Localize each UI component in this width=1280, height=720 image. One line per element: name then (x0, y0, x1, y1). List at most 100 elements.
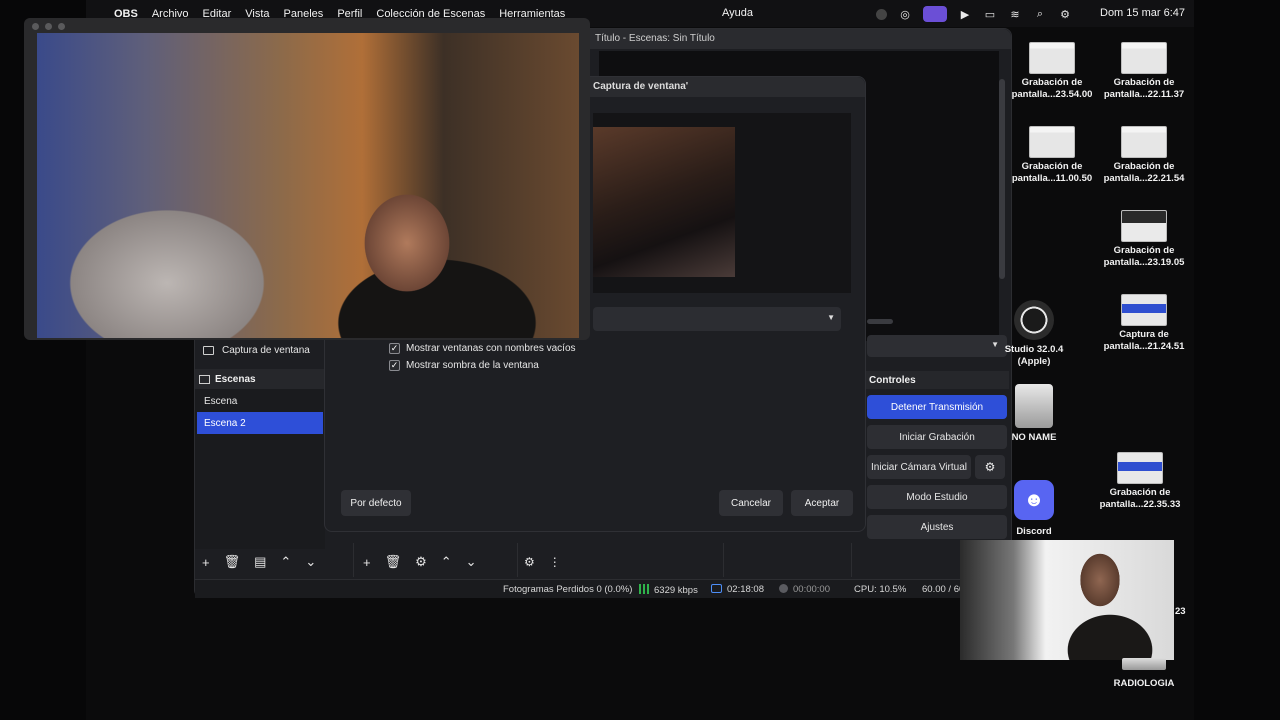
close-window-icon[interactable] (32, 23, 39, 30)
obs-logo-icon (1014, 300, 1054, 340)
dock-icon (199, 374, 210, 384)
desktop-file-label: pantalla...23.54.00 (1011, 89, 1093, 100)
more-options-icon[interactable]: ⋮ (549, 555, 561, 569)
move-up-icon[interactable]: ⌃ (280, 554, 291, 570)
usb-drive-icon (1015, 384, 1053, 428)
stream-time: 02:18:08 (711, 584, 764, 595)
trash-icon[interactable]: 🗑 (224, 554, 241, 570)
virtual-camera-settings-icon[interactable]: ⚙ (975, 455, 1005, 479)
scenes-header-label: Escenas (215, 373, 256, 385)
drive-icon-radiologia[interactable] (1122, 658, 1166, 670)
stream-time-value: 02:18:08 (727, 584, 764, 595)
window-select[interactable]: ▼ (593, 307, 841, 331)
desktop-file-icon[interactable]: Grabación de pantalla...11.00.50 (1004, 126, 1100, 185)
status-bar: Fotogramas Perdidos 0 (0.0%) 6329 kbps 0… (195, 579, 1011, 598)
checkbox-label: Mostrar ventanas con nombres vacíos (406, 342, 576, 354)
add-icon[interactable]: + (363, 555, 371, 570)
record-icon (779, 584, 788, 593)
desktop-file-label: Studio 32.0.4 (1004, 344, 1064, 355)
desktop-partial-label: 23 (1175, 606, 1186, 617)
facecam-overlay (960, 540, 1174, 660)
move-up-icon[interactable]: ⌃ (441, 554, 452, 570)
signal-bars-icon (639, 584, 650, 594)
discord-app-icon[interactable]: ☻ Discord (986, 480, 1082, 538)
screen-share-icon[interactable] (923, 6, 947, 22)
move-down-icon[interactable]: ⌄ (305, 554, 316, 570)
scenes-dock-header: Escenas (195, 369, 325, 389)
checkbox-checked-icon[interactable]: ✓ (389, 342, 400, 354)
source-item[interactable]: Captura de ventana (199, 339, 325, 361)
screen: OBS Archivo Editar Vista Paneles Perfil … (0, 0, 1280, 720)
bitrate-display: 6329 kbps (639, 584, 698, 596)
desktop-file-icon[interactable]: Grabación de pantalla...23.54.00 (1004, 42, 1100, 101)
desktop-file-label: Discord (1016, 526, 1052, 537)
webcam-video (37, 33, 579, 338)
search-icon[interactable]: ⌕ (1033, 8, 1047, 21)
checkbox-checked-icon[interactable]: ✓ (389, 359, 400, 371)
desktop-file-label: Grabación de (1113, 245, 1175, 256)
discord-logo-icon: ☻ (1014, 480, 1054, 520)
video-file-icon (1121, 42, 1167, 74)
fps-display: 60.00 / 60 (922, 584, 965, 595)
checkbox-label: Mostrar sombra de la ventana (406, 359, 539, 371)
zoom-window-icon[interactable] (58, 23, 65, 30)
minimize-window-icon[interactable] (45, 23, 52, 30)
obs-window-title: Título - Escenas: Sin Título (595, 33, 715, 44)
dialog-title: Captura de ventana' (593, 81, 689, 92)
show-empty-names-checkbox[interactable]: ✓ Mostrar ventanas con nombres vacíos (389, 341, 576, 355)
control-center-icon[interactable]: ⚙ (1058, 8, 1072, 21)
filter-icon[interactable]: ▤ (254, 554, 266, 570)
dock-separator (723, 543, 724, 577)
desktop-file-label: NO NAME (1011, 432, 1057, 443)
dock-separator (517, 543, 518, 577)
obs-studio-app-icon[interactable]: Studio 32.0.4 (Apple) (986, 300, 1082, 368)
dropped-frames: Fotogramas Perdidos 0 (0.0%) (503, 584, 633, 595)
streaming-icon (711, 584, 722, 593)
accept-button[interactable]: Aceptar (791, 490, 853, 516)
drive-icon-no-name[interactable]: NO NAME (986, 384, 1082, 444)
move-down-icon[interactable]: ⌄ (466, 554, 477, 570)
scene-item-selected[interactable]: Escena 2 (197, 412, 323, 434)
desktop-file-label: pantalla...11.00.50 (1011, 173, 1093, 184)
video-file-icon (1029, 42, 1075, 74)
dock-separator (851, 543, 852, 577)
obs-tray-icon[interactable]: ◎ (898, 8, 912, 21)
cpu-usage: CPU: 10.5% (854, 584, 907, 595)
chevron-down-icon: ▼ (827, 313, 835, 322)
desktop-file-label: pantalla...22.21.54 (1103, 173, 1185, 184)
scene-item[interactable]: Escena (197, 390, 323, 412)
wifi-icon[interactable]: ≋ (1008, 8, 1022, 21)
desktop-file-label: Captura de (1119, 329, 1169, 340)
desktop-file-label: Grabación de (1113, 161, 1175, 172)
desktop-file-icon[interactable]: Grabación de pantalla...22.11.37 (1096, 42, 1192, 101)
desktop-file-label[interactable]: RADIOLOGIA (1096, 678, 1192, 690)
sources-toolbar: + 🗑 ⚙ ⌃ ⌄ (357, 551, 517, 573)
desktop-file-label: pantalla...21.24.51 (1103, 341, 1185, 352)
trash-icon[interactable]: 🗑 (385, 554, 402, 570)
desktop-file-icon[interactable]: Captura de pantalla...21.24.51 (1096, 294, 1192, 353)
defaults-button[interactable]: Por defecto (341, 490, 411, 516)
desktop-file-icon[interactable]: Grabación de pantalla...22.21.54 (1096, 126, 1192, 185)
play-icon[interactable]: ▶ (958, 8, 972, 21)
battery-icon[interactable]: ▭ (983, 8, 997, 21)
start-virtual-camera-button[interactable]: Iniciar Cámara Virtual (867, 455, 971, 479)
bitrate-value: 6329 kbps (654, 585, 698, 596)
record-indicator-icon[interactable] (876, 8, 887, 20)
desktop-file-icon[interactable]: Grabación de pantalla...22.35.33 (1092, 452, 1188, 511)
show-window-shadow-checkbox[interactable]: ✓ Mostrar sombra de la ventana (389, 358, 539, 372)
mixer-toolbar: ⚙ ⋮ (520, 551, 720, 573)
cancel-button[interactable]: Cancelar (719, 490, 783, 516)
capture-preview-image (593, 127, 735, 277)
desktop-file-icon[interactable]: Grabación de pantalla...23.19.05 (1096, 210, 1192, 269)
advanced-audio-icon[interactable]: ⚙ (524, 555, 535, 569)
video-file-icon (1029, 126, 1075, 158)
add-icon[interactable]: + (202, 555, 210, 570)
menu-ayuda[interactable]: Ayuda (722, 7, 753, 19)
webcam-window[interactable] (24, 18, 590, 340)
gear-icon[interactable]: ⚙ (415, 554, 427, 570)
horizontal-scrollbar[interactable] (867, 319, 893, 324)
desktop-file-label: Grabación de (1113, 77, 1175, 88)
status-icons: ◎ ▶ ▭ ≋ ⌕ ⚙ (876, 6, 1072, 22)
clock[interactable]: Dom 15 mar 6:47 (1100, 7, 1185, 19)
desktop-file-label: pantalla...22.11.37 (1103, 89, 1185, 100)
